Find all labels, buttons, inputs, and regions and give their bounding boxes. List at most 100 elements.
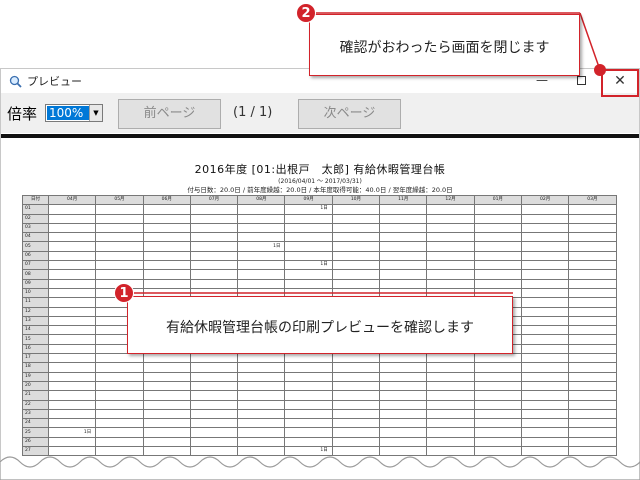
grid-cell <box>568 278 617 289</box>
grid-cell <box>189 250 239 262</box>
grid-cell <box>520 362 570 373</box>
grid-cell <box>284 213 333 224</box>
grid-row: 07 1日 <box>22 260 617 271</box>
grid-cell <box>379 213 428 224</box>
grid-cell <box>426 418 475 429</box>
grid-row: 22 <box>22 399 617 410</box>
grid-cell <box>520 380 570 392</box>
maximize-icon <box>577 76 586 85</box>
zoom-select[interactable]: 100% ▼ <box>45 104 103 122</box>
grid-cell <box>95 427 144 438</box>
grid-cell <box>379 436 428 448</box>
grid-cell <box>473 222 522 234</box>
grid-cell <box>47 222 97 234</box>
grid-header-row: 日付 04月 05月 06月 07月 08月 09月 10月 11月 12月 01月 02月 03月 <box>22 194 617 206</box>
grid-row: 19 <box>22 371 617 382</box>
next-page-button[interactable]: 次ページ <box>298 99 401 129</box>
callout-close: 確認がおわったら画面を閉じます <box>309 14 580 76</box>
grid-day-label: 11 <box>22 297 49 308</box>
grid-day-label: 08 <box>22 269 49 280</box>
grid-cell <box>47 436 97 448</box>
grid-cell <box>284 371 333 382</box>
grid-row: 25 1日 <box>22 427 617 438</box>
grid-day-label: 05 <box>22 241 49 252</box>
grid-cell <box>520 213 570 224</box>
grid-cell <box>426 390 475 401</box>
grid-row: 24 <box>22 418 617 429</box>
grid-cell <box>331 278 381 289</box>
grid-cell <box>426 278 475 289</box>
grid-cell <box>473 362 522 373</box>
grid-cell <box>47 260 97 271</box>
grid-cell <box>142 362 191 373</box>
grid-month-header: 10月 <box>331 194 381 206</box>
grid-cell <box>473 380 522 392</box>
grid-cell <box>237 418 286 429</box>
grid-cell <box>142 260 191 271</box>
grid-cell <box>189 353 239 364</box>
grid-cell <box>426 213 475 224</box>
grid-row: 18 <box>22 362 617 373</box>
grid-cell <box>284 427 333 438</box>
grid-cell <box>331 371 381 382</box>
grid-cell <box>568 436 617 448</box>
grid-cell <box>520 353 570 364</box>
grid-cell <box>237 436 286 448</box>
grid-cell <box>426 260 475 271</box>
grid-cell <box>379 380 428 392</box>
grid-day-label: 17 <box>22 353 49 364</box>
grid-cell <box>568 222 617 234</box>
chevron-down-icon[interactable]: ▼ <box>89 105 102 121</box>
grid-cell <box>568 260 617 271</box>
grid-cell <box>568 334 617 345</box>
grid-cell <box>95 436 144 448</box>
grid-cell <box>426 250 475 262</box>
grid-cell <box>568 213 617 224</box>
grid-row: 04 <box>22 232 617 243</box>
prev-page-button[interactable]: 前ページ <box>118 99 221 129</box>
grid-cell <box>47 343 97 355</box>
grid-cell <box>284 278 333 289</box>
grid-cell <box>189 390 239 401</box>
grid-row: 21 <box>22 390 617 401</box>
grid-row: 02 <box>22 213 617 224</box>
grid-cell <box>331 213 381 224</box>
grid-month-header: 11月 <box>379 194 428 206</box>
grid-cell <box>520 241 570 252</box>
grid-day-label: 15 <box>22 334 49 345</box>
grid-leave-mark: 1日 <box>284 204 333 215</box>
grid-cell <box>284 250 333 262</box>
step-badge-2: 2 <box>296 3 316 23</box>
grid-cell <box>473 278 522 289</box>
grid-cell <box>473 250 522 262</box>
grid-cell <box>237 371 286 382</box>
grid-day-label: 12 <box>22 306 49 317</box>
grid-cell <box>284 232 333 243</box>
grid-day-label: 18 <box>22 362 49 373</box>
grid-cell <box>379 232 428 243</box>
grid-cell <box>189 278 239 289</box>
grid-cell <box>568 399 617 410</box>
grid-cell <box>284 362 333 373</box>
grid-cell <box>568 204 617 215</box>
grid-cell <box>47 232 97 243</box>
grid-cell <box>95 250 144 262</box>
grid-day-label: 16 <box>22 343 49 355</box>
grid-cell <box>47 204 97 215</box>
grid-cell <box>568 418 617 429</box>
grid-cell <box>379 250 428 262</box>
grid-day-label: 25 <box>22 427 49 438</box>
grid-cell <box>331 408 381 420</box>
grid-cell <box>568 343 617 355</box>
grid-month-header: 12月 <box>426 194 475 206</box>
grid-cell <box>47 269 97 280</box>
callout-preview-text: 有給休暇管理台帳の印刷プレビューを確認します <box>166 320 474 336</box>
grid-cell <box>568 380 617 392</box>
grid-cell <box>473 408 522 420</box>
grid-cell <box>473 232 522 243</box>
preview-app-icon <box>9 75 22 88</box>
grid-cell <box>426 232 475 243</box>
grid-month-header: 06月 <box>142 194 191 206</box>
grid-cell <box>331 269 381 280</box>
grid-cell <box>568 362 617 373</box>
